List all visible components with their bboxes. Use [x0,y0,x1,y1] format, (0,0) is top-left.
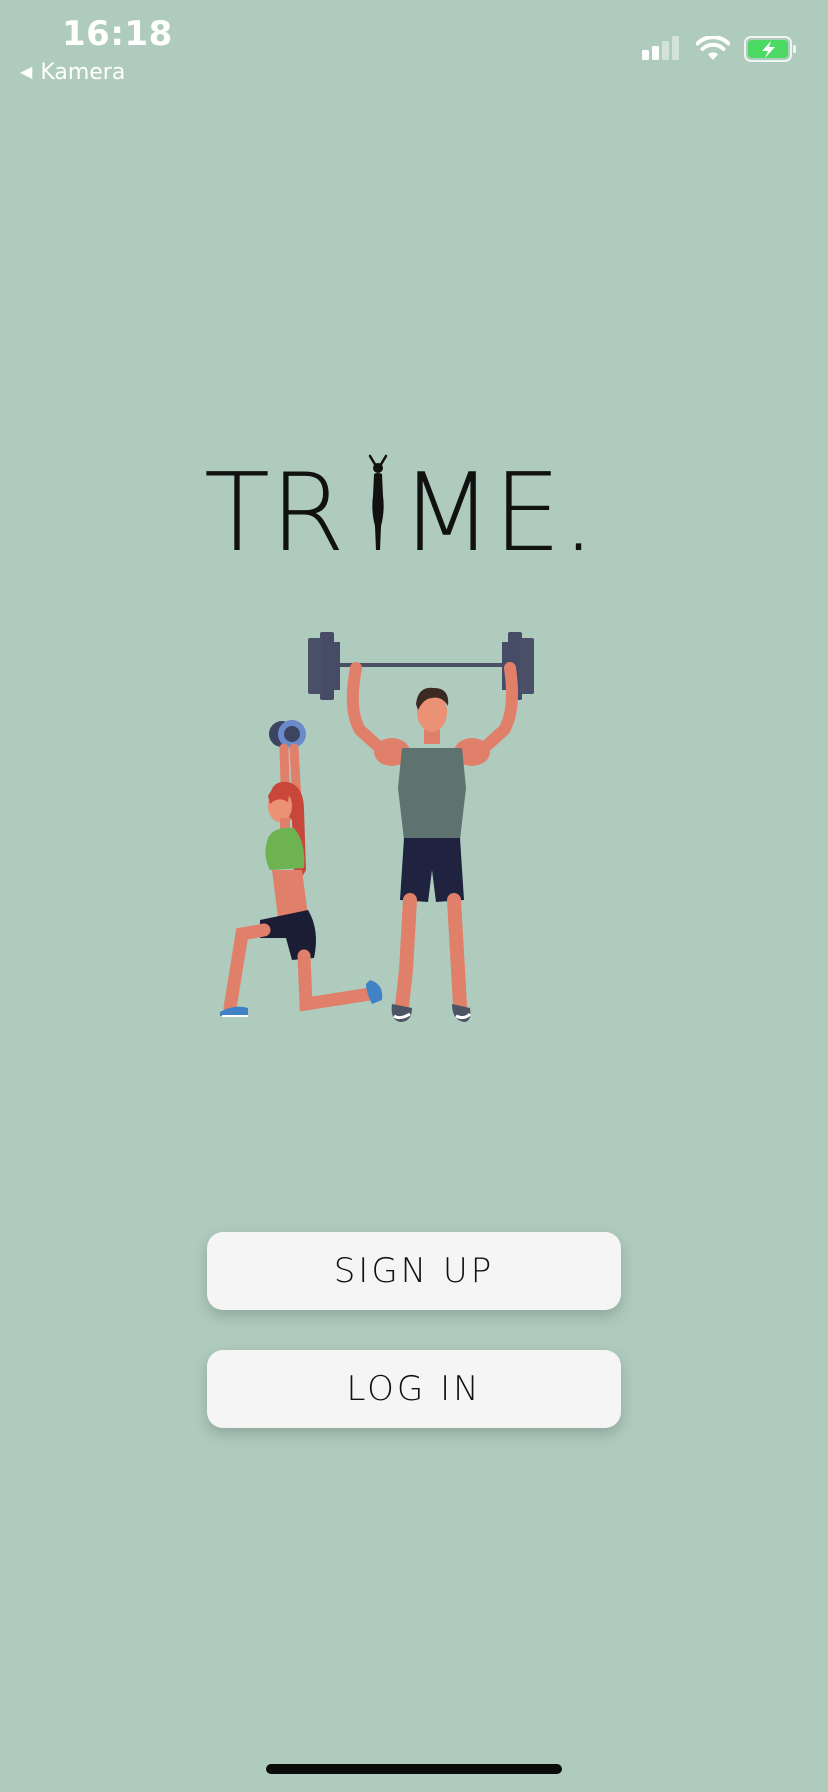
wifi-icon [695,35,731,66]
battery-charging-icon [744,36,798,66]
log-in-button[interactable]: LOG IN [207,1350,621,1428]
trime-logo: TR ME. [0,440,828,560]
back-to-camera-link[interactable]: ◀ Kamera [20,60,125,85]
welcome-screen: 16:18 ◀ Kamera TR ME. SIGN UP LOG IN [0,0,828,1792]
barbell-icon [308,632,534,700]
logo-text-left: TR [204,451,345,560]
cellular-signal-icon [642,36,682,66]
status-time: 16:18 [62,14,173,54]
sign-up-button[interactable]: SIGN UP [207,1232,621,1310]
fitness-illustration [220,620,600,1044]
logo-text-right: ME. [400,451,596,560]
back-link-label: Kamera [40,60,126,85]
woman-lunging-with-dumbbell [220,720,383,1017]
status-indicators [642,35,798,66]
home-indicator[interactable] [266,1764,562,1774]
man-lifting-barbell [346,662,518,1022]
woman-silhouette-icon [368,454,388,550]
back-triangle-icon: ◀ [20,62,33,81]
